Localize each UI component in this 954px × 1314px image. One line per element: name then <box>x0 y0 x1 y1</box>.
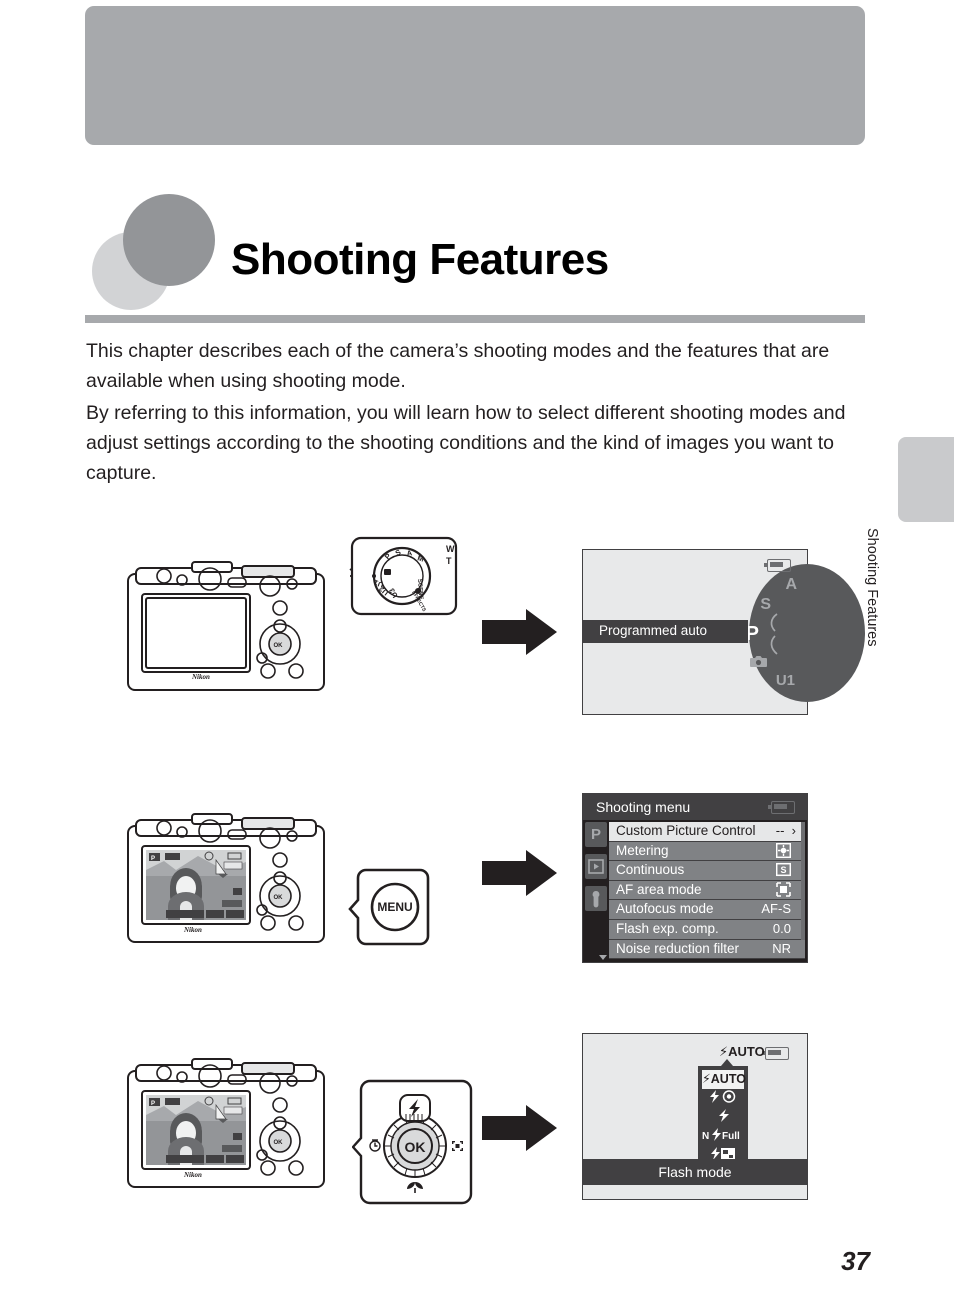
svg-text:Nikon: Nikon <box>191 673 210 681</box>
menu-button-label: MENU <box>377 900 412 914</box>
title-divider <box>85 315 865 323</box>
menu-item-value: NR <box>772 940 791 956</box>
menu-item-value: -- › <box>775 823 796 838</box>
dial-letter-a: A <box>785 576 797 593</box>
dial-letter-u1: U1 <box>775 672 795 689</box>
menu-title-bar: Shooting menu <box>583 794 807 820</box>
dial-swirl-decoration <box>770 613 778 655</box>
svg-text:P: P <box>151 1101 155 1107</box>
battery-icon <box>762 1047 789 1060</box>
flash-mode-screen: ⚡AUTO ⚡AUTO N Full Flash mode <box>582 1033 808 1200</box>
svg-text:P: P <box>151 856 155 862</box>
menu-item-label: Custom Picture Control <box>616 823 756 838</box>
flow-arrow-1 <box>482 609 557 655</box>
svg-text:OK: OK <box>274 643 284 649</box>
menu-item-label: Autofocus mode <box>616 901 714 917</box>
menu-item-value: 0.0 <box>772 920 791 936</box>
flash-mode-option-red-eye[interactable] <box>698 1089 748 1108</box>
svg-text:W: W <box>446 544 455 554</box>
menu-item-label: AF area mode <box>616 881 702 897</box>
shooting-tab[interactable]: P <box>585 822 607 847</box>
svg-text:T: T <box>446 556 452 566</box>
menu-item-noise-reduction-filter[interactable]: Noise reduction filter NR <box>609 939 805 960</box>
flash-mode-option-off-full[interactable]: N Full <box>698 1127 748 1146</box>
intro-paragraph-2: By referring to this information, you wi… <box>86 402 846 484</box>
menu-item-label: Flash exp. comp. <box>616 920 719 936</box>
svg-text:N: N <box>702 1131 709 1142</box>
mode-name-label: Programmed auto <box>599 623 708 638</box>
side-tab-label: Shooting Features <box>864 528 880 647</box>
page-number: 37 <box>841 1246 870 1276</box>
svg-text:OK: OK <box>274 1140 284 1146</box>
menu-item-custom-picture-control[interactable]: Custom Picture Control -- › <box>609 822 805 842</box>
menu-item-label: Metering <box>616 842 669 858</box>
flash-menu-caret-icon <box>721 1059 733 1066</box>
chapter-intro: This chapter describes each of the camer… <box>86 336 876 490</box>
ok-button-label: OK <box>405 1139 426 1155</box>
svg-text:Full: Full <box>722 1131 740 1142</box>
svg-text:Nikon: Nikon <box>183 926 202 934</box>
flash-mode-caption: Flash mode <box>583 1159 807 1185</box>
battery-icon <box>768 801 795 814</box>
mode-name-banner: Programmed auto <box>583 620 748 643</box>
camera-back-illustration-3: P Nikon OK <box>127 1058 325 1188</box>
menu-item-value: AF-S <box>761 901 791 917</box>
page-title: Shooting Features <box>231 235 609 284</box>
flow-arrow-2 <box>482 850 557 896</box>
menu-tab-strip: P <box>585 822 607 918</box>
menu-title-label: Shooting menu <box>596 799 691 815</box>
dial-auto-camera-icon <box>750 656 767 667</box>
setup-tab[interactable] <box>585 886 607 911</box>
menu-item-label: Continuous <box>616 862 685 878</box>
svg-text:S: S <box>780 865 786 875</box>
menu-item-af-area-mode[interactable]: AF area mode <box>609 880 805 901</box>
menu-item-label: Noise reduction filter <box>616 940 740 956</box>
intro-paragraph-1: This chapter describes each of the camer… <box>86 340 830 392</box>
side-tab-marker <box>898 437 954 522</box>
menu-item-continuous[interactable]: Continuous S <box>609 861 805 881</box>
chapter-header-band <box>85 6 865 145</box>
svg-text:OK: OK <box>274 895 284 901</box>
current-flash-mode-indicator: ⚡AUTO <box>719 1044 765 1059</box>
flash-mode-option-list: ⚡AUTO N Full <box>698 1066 748 1169</box>
multi-selector-callout[interactable]: OK <box>352 1078 476 1206</box>
matrix-metering-icon <box>775 842 792 861</box>
menu-button-callout[interactable]: MENU <box>348 866 432 948</box>
battery-icon <box>764 559 791 572</box>
menu-item-list: Custom Picture Control -- › Metering Con… <box>609 822 805 960</box>
playback-tab[interactable] <box>585 854 607 879</box>
flash-mode-option-fill[interactable] <box>698 1108 748 1127</box>
af-area-icon <box>776 881 791 900</box>
svg-text:Nikon: Nikon <box>183 1171 202 1179</box>
mode-dial-callout: P S A M SCENE EFFECTS U3 U2 U1 W T <box>349 536 458 616</box>
flash-mode-option-auto[interactable]: ⚡AUTO <box>702 1070 746 1089</box>
scroll-down-indicator-icon <box>599 955 607 960</box>
menu-scrollbar[interactable] <box>801 822 805 940</box>
menu-item-metering[interactable]: Metering <box>609 841 805 862</box>
shooting-menu-screen: Shooting menu P Custom Picture Control -… <box>582 793 808 963</box>
mode-dial-screen: A S P U1 Programmed auto <box>582 549 865 715</box>
decorative-circle-dark <box>123 194 215 286</box>
menu-item-autofocus-mode[interactable]: Autofocus mode AF-S <box>609 900 805 920</box>
single-shot-icon: S <box>775 862 792 880</box>
flow-arrow-3 <box>482 1105 557 1151</box>
menu-item-flash-exp-comp[interactable]: Flash exp. comp. 0.0 <box>609 919 805 940</box>
camera-back-illustration-2: P Nikon OK <box>127 813 325 943</box>
